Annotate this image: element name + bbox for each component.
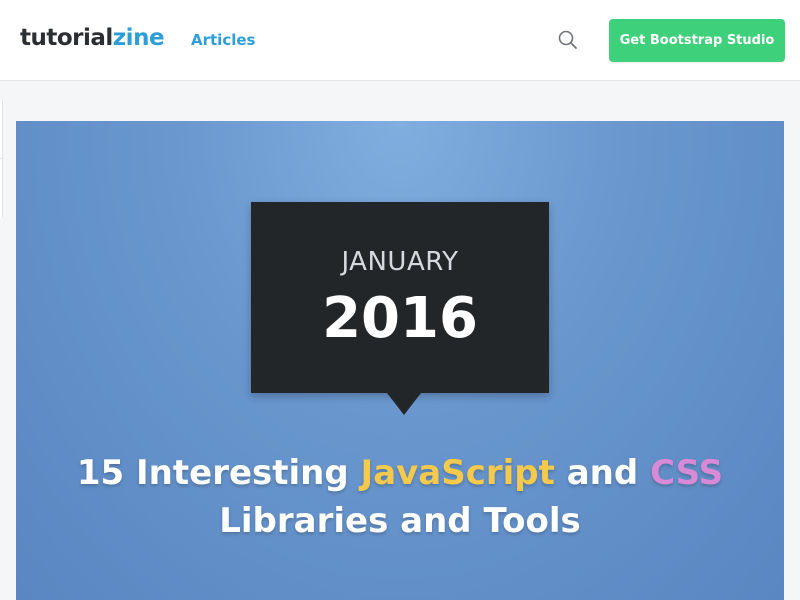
logo-text-zine: zine xyxy=(112,25,165,51)
date-badge: JANUARY 2016 xyxy=(251,202,549,415)
title-highlight-css: CSS xyxy=(650,453,724,493)
title-text-start: 15 Interesting xyxy=(76,453,361,493)
search-icon xyxy=(558,30,577,49)
article-hero-banner: JANUARY 2016 15 Interesting JavaScript a… xyxy=(16,121,784,600)
nav-articles-link[interactable]: Articles xyxy=(191,29,255,51)
share-rail-divider xyxy=(0,158,3,159)
site-logo[interactable]: tutorialzine xyxy=(20,22,165,54)
title-text-and: and xyxy=(554,453,651,493)
get-bootstrap-studio-button[interactable]: Get Bootstrap Studio xyxy=(609,19,785,62)
date-month: JANUARY xyxy=(341,247,459,277)
logo-text-tutorial: tutorial xyxy=(20,25,113,51)
date-year: 2016 xyxy=(322,286,478,351)
top-navigation-bar: tutorialzine Articles Get Bootstrap Stud… xyxy=(0,0,800,81)
article-title: 15 Interesting JavaScript and CSS Librar… xyxy=(16,449,784,545)
title-text-line2: Libraries and Tools xyxy=(219,501,581,541)
share-rail[interactable] xyxy=(0,100,3,218)
title-highlight-javascript: JavaScript xyxy=(360,453,555,493)
search-button[interactable] xyxy=(556,28,580,52)
